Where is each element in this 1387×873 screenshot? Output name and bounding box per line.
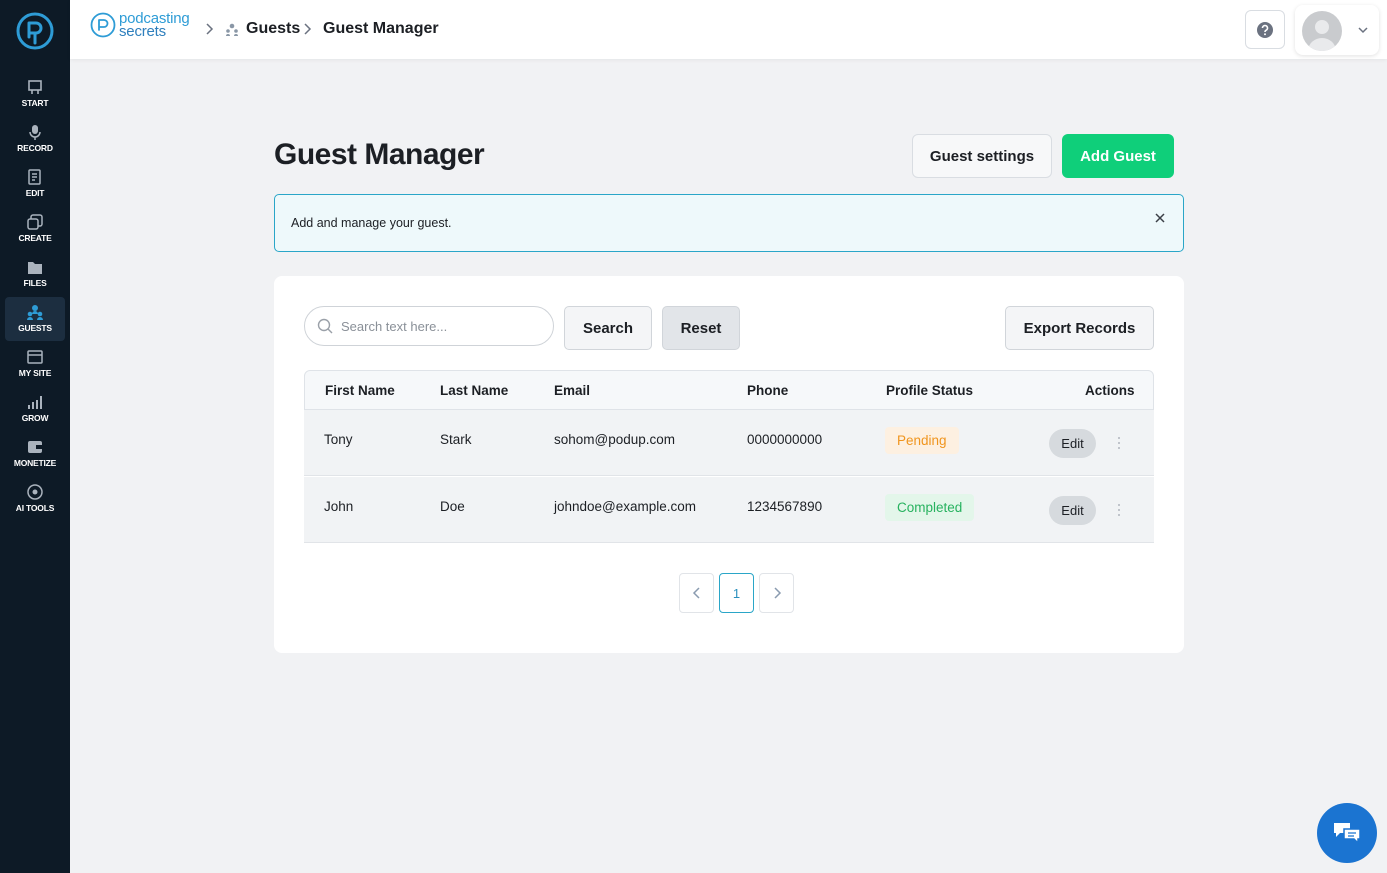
sidebar-item-create[interactable]: CREATE <box>5 207 65 251</box>
question-icon <box>1257 21 1273 38</box>
create-icon <box>27 214 43 230</box>
sidebar-item-label: START <box>21 98 49 108</box>
sidebar-item-grow[interactable]: GROW <box>5 387 65 431</box>
sidebar-item-label: EDIT <box>25 188 45 198</box>
export-records-button[interactable]: Export Records <box>1005 306 1154 350</box>
user-menu-button[interactable] <box>1295 5 1379 55</box>
column-header[interactable]: Last Name <box>440 383 508 398</box>
chat-widget-button[interactable] <box>1317 803 1377 863</box>
close-icon[interactable] <box>1153 211 1167 225</box>
cell-email: johndoe@example.com <box>554 499 697 514</box>
breadcrumb-guests[interactable]: Guests <box>246 20 300 38</box>
more-options-icon[interactable] <box>1114 502 1124 518</box>
previous-page-button[interactable] <box>679 573 714 613</box>
chevron-right-icon <box>773 587 781 599</box>
brand-wordmark: podcasting secrets <box>119 10 190 40</box>
info-notice: Add and manage your guest. <box>274 194 1184 252</box>
column-header[interactable]: First Name <box>325 383 395 398</box>
sidebar-item-label: RECORD <box>17 143 53 153</box>
cell-first-name: John <box>324 499 354 514</box>
table-header: First Name Last Name Email Phone Profile… <box>304 370 1154 410</box>
status-badge: Completed <box>885 494 975 521</box>
cell-first-name: Tony <box>324 432 353 447</box>
column-header: Actions <box>1085 383 1135 398</box>
cell-last-name: Doe <box>440 499 465 514</box>
sidebar-item-label: CREATE <box>18 233 52 243</box>
sidebar-item-label: GUESTS <box>18 323 52 333</box>
table-row: John Doe johndoe@example.com 1234567890 … <box>304 477 1154 543</box>
page-title: Guest Manager <box>274 138 485 171</box>
top-bar: podcasting secrets Guests Guest Manager <box>70 0 1387 59</box>
chevron-right-icon <box>304 23 312 35</box>
sidebar-item-label: FILES <box>23 278 47 288</box>
avatar <box>1302 11 1342 51</box>
sidebar-item-label: MONETIZE <box>13 458 57 468</box>
sidebar-item-label: GROW <box>21 413 49 423</box>
add-guest-button[interactable]: Add Guest <box>1062 134 1174 178</box>
sidebar-item-label: MY SITE <box>18 368 52 378</box>
sidebar-item-my-site[interactable]: MY SITE <box>5 342 65 386</box>
guests-breadcrumb-icon <box>226 23 238 36</box>
sidebar-item-label: AI TOOLS <box>15 503 55 513</box>
user-silhouette-icon <box>1308 20 1336 51</box>
help-button[interactable] <box>1245 10 1285 49</box>
sidebar-item-guests[interactable]: GUESTS <box>5 297 65 341</box>
edit-button[interactable]: Edit <box>1049 496 1096 525</box>
sidebar-item-monetize[interactable]: MONETIZE <box>5 432 65 476</box>
sidebar-item-files[interactable]: FILES <box>5 252 65 296</box>
table-row: Tony Stark sohom@podup.com 0000000000 Pe… <box>304 410 1154 476</box>
podcasting-secrets-logo-icon[interactable] <box>15 11 55 51</box>
cell-phone: 0000000000 <box>747 432 823 447</box>
files-icon <box>28 262 42 274</box>
sidebar-item-edit[interactable]: EDIT <box>5 162 65 206</box>
guests-icon <box>27 305 43 320</box>
monetize-icon <box>28 441 42 453</box>
sidebar: START RECORD EDIT CREATE FILES GUESTS MY… <box>0 0 70 873</box>
edit-button[interactable]: Edit <box>1049 429 1096 458</box>
grow-icon <box>28 396 42 409</box>
sidebar-item-ai-tools[interactable]: AI TOOLS <box>5 477 65 521</box>
start-icon <box>28 80 42 94</box>
page-number-button[interactable]: 1 <box>719 573 754 613</box>
ai-tools-icon <box>27 484 43 500</box>
cell-email: sohom@podup.com <box>554 432 676 447</box>
breadcrumb-current: Guest Manager <box>323 20 439 37</box>
chevron-right-icon <box>206 23 214 35</box>
brand-mark-icon <box>90 12 116 38</box>
site-icon <box>27 350 43 364</box>
column-header[interactable]: Email <box>554 383 590 398</box>
column-header[interactable]: Profile Status <box>886 383 973 398</box>
column-header[interactable]: Phone <box>747 383 788 398</box>
chevron-left-icon <box>692 587 700 599</box>
search-input[interactable] <box>341 307 546 345</box>
chat-bubbles-icon <box>1334 823 1361 845</box>
more-options-icon[interactable] <box>1114 435 1124 451</box>
next-page-button[interactable] <box>759 573 794 613</box>
chevron-down-icon <box>1358 27 1368 34</box>
reset-button[interactable]: Reset <box>662 306 740 350</box>
cell-phone: 1234567890 <box>747 499 823 514</box>
status-badge: Pending <box>885 427 959 454</box>
cell-last-name: Stark <box>440 432 472 447</box>
search-button[interactable]: Search <box>564 306 652 350</box>
search-box <box>304 306 554 346</box>
notice-text: Add and manage your guest. <box>291 216 452 230</box>
edit-icon <box>28 169 41 185</box>
guest-table-card: Search Reset Export Records First Name L… <box>274 276 1184 653</box>
brand-logo[interactable]: podcasting secrets <box>90 10 190 40</box>
sidebar-item-record[interactable]: RECORD <box>5 117 65 161</box>
sidebar-item-start[interactable]: START <box>5 72 65 116</box>
guest-settings-button[interactable]: Guest settings <box>912 134 1052 178</box>
search-icon <box>317 318 333 334</box>
microphone-icon <box>29 125 41 140</box>
